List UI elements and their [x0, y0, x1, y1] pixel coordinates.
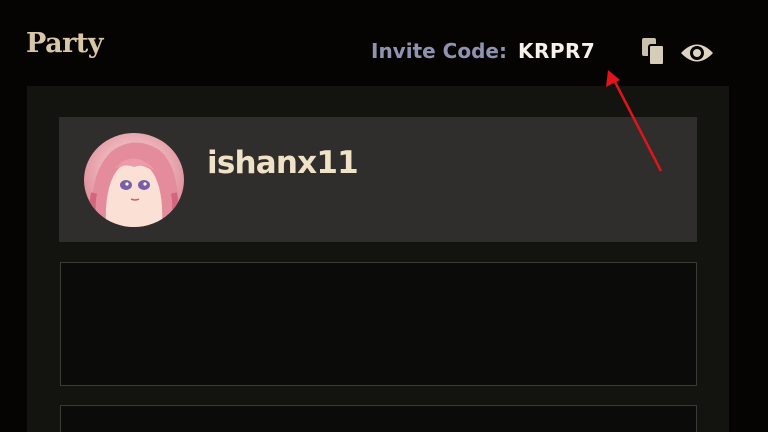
- invite-code-label: Invite Code:: [371, 39, 507, 63]
- toggle-code-visibility-button[interactable]: [679, 38, 715, 68]
- invite-code-row: Invite Code: KRPR7: [371, 34, 595, 68]
- avatar: [84, 133, 184, 227]
- member-name: ishanx11: [207, 145, 359, 181]
- empty-party-slot[interactable]: [60, 405, 697, 432]
- copy-invite-code-button[interactable]: [640, 36, 668, 68]
- copy-icon: [642, 38, 665, 66]
- eye-icon: [681, 44, 713, 62]
- party-title: Party: [26, 28, 103, 59]
- empty-party-slot[interactable]: [60, 262, 697, 386]
- party-member-card[interactable]: ishanx11: [59, 117, 697, 242]
- invite-code-value[interactable]: KRPR7: [518, 39, 595, 63]
